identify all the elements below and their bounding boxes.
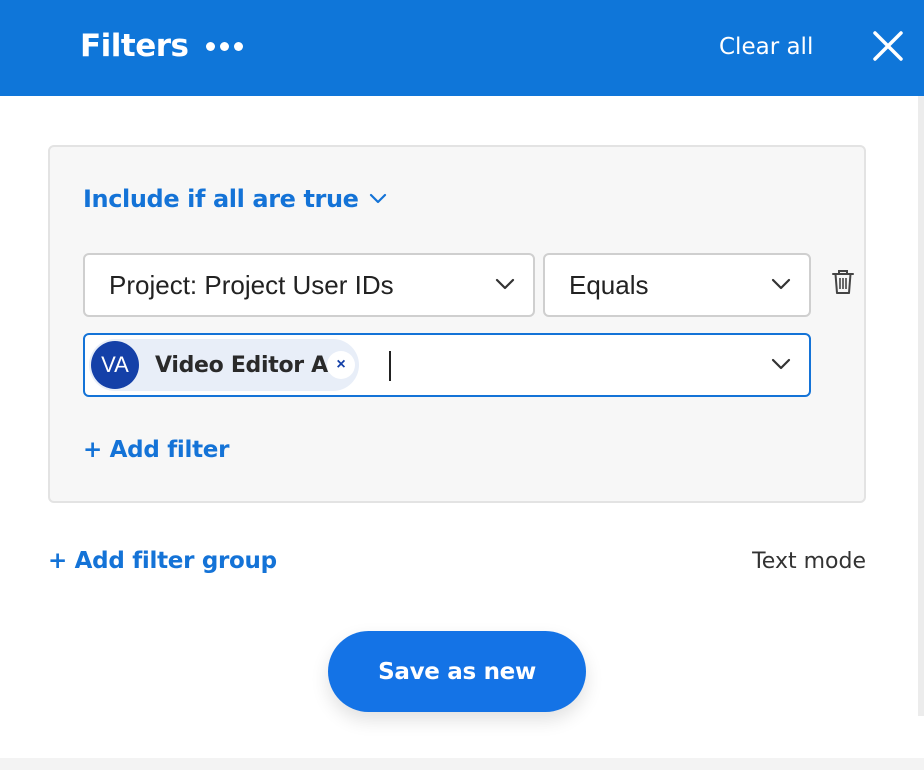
- trash-icon[interactable]: [832, 269, 854, 300]
- condition-dropdown[interactable]: Include if all are true: [83, 185, 387, 213]
- scrollbar[interactable]: [918, 96, 924, 716]
- value-tag-label: Video Editor A: [155, 352, 328, 378]
- add-filter-button[interactable]: + Add filter: [83, 437, 229, 463]
- avatar: VA: [91, 341, 139, 389]
- text-caret: [389, 351, 391, 381]
- more-dots-icon[interactable]: [206, 36, 254, 56]
- save-as-new-button[interactable]: Save as new: [328, 631, 586, 712]
- chevron-down-icon: [771, 278, 791, 290]
- add-filter-group-button[interactable]: + Add filter group: [48, 548, 277, 574]
- field-select[interactable]: Project: Project User IDs: [83, 253, 535, 317]
- operator-select[interactable]: Equals: [543, 253, 811, 317]
- clear-all-button[interactable]: Clear all: [719, 34, 813, 60]
- field-select-value: Project: Project User IDs: [109, 269, 394, 300]
- condition-label: Include if all are true: [83, 185, 359, 213]
- remove-tag-icon[interactable]: ×: [327, 351, 355, 379]
- chevron-down-icon[interactable]: [771, 357, 791, 371]
- footer-divider: [0, 758, 924, 770]
- text-mode-button[interactable]: Text mode: [752, 549, 866, 574]
- close-icon[interactable]: [870, 28, 906, 64]
- chevron-down-icon: [495, 278, 515, 290]
- chevron-down-icon: [369, 193, 386, 204]
- filter-group: Include if all are true Project: Project…: [48, 145, 866, 503]
- panel-title: Filters: [80, 28, 189, 64]
- value-input[interactable]: VA Video Editor A ×: [83, 333, 811, 397]
- operator-select-value: Equals: [569, 269, 649, 300]
- filters-header: Filters Clear all: [0, 0, 924, 96]
- value-tag: VA Video Editor A ×: [89, 339, 359, 391]
